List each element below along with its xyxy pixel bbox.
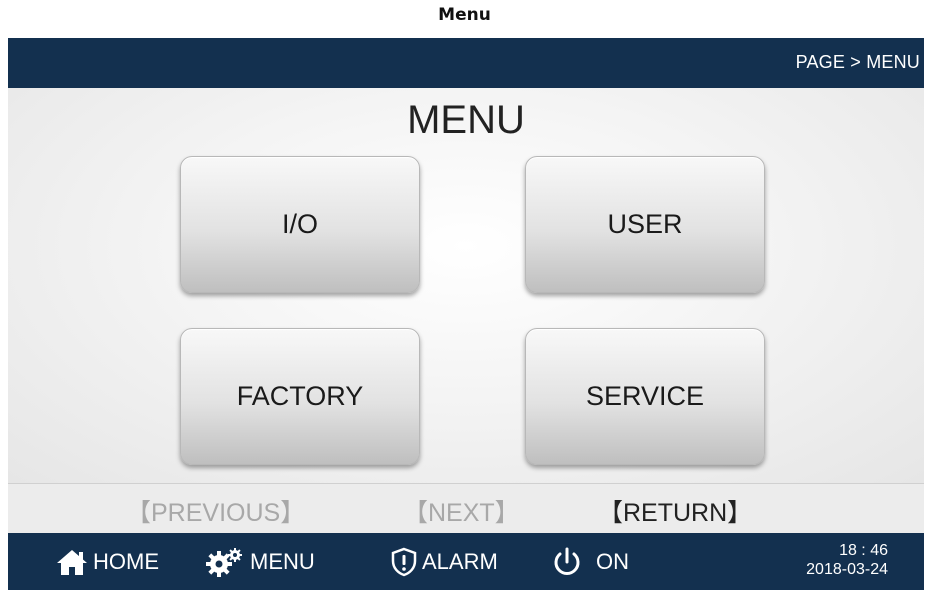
home-icon <box>57 550 87 575</box>
breadcrumb: PAGE > MENU <box>795 52 920 72</box>
user-button[interactable]: USER <box>525 156 765 293</box>
page-caption: Menu <box>438 5 491 25</box>
next-button[interactable]: 【NEXT】 <box>403 493 520 529</box>
factory-button[interactable]: FACTORY <box>180 328 420 465</box>
power-button[interactable]: ON <box>550 547 629 577</box>
shield-alert-icon <box>391 547 417 577</box>
bottom-bar: HOME MENU ALARM ON 18: 46 2018-03-24 <box>8 533 924 590</box>
gears-icon <box>206 548 242 577</box>
home-label: HOME <box>93 549 159 574</box>
clock: 18 : 46 2018-03-24 <box>806 541 888 579</box>
return-button[interactable]: 【RETURN】 <box>598 493 752 529</box>
power-label: ON <box>596 549 629 574</box>
previous-button[interactable]: 【PREVIOUS】 <box>126 493 305 529</box>
menu-nav-button[interactable]: MENU <box>206 547 315 577</box>
service-button[interactable]: SERVICE <box>525 328 765 465</box>
page-title: MENU <box>407 98 525 142</box>
power-icon <box>554 547 580 575</box>
main-panel: MENU I/O USER FACTORY SERVICE <box>8 88 924 483</box>
io-button[interactable]: I/O <box>180 156 420 293</box>
menu-nav-label: MENU <box>250 549 315 574</box>
alarm-button[interactable]: ALARM <box>390 547 498 577</box>
alarm-label: ALARM <box>422 549 498 574</box>
home-button[interactable]: HOME <box>55 547 159 577</box>
top-bar: PAGE > MENU <box>8 38 924 88</box>
page-nav: 【PREVIOUS】 【NEXT】 【RETURN】 <box>8 483 924 533</box>
clock-date: 2018-03-24 <box>806 561 888 578</box>
clock-time: 18 : 46 <box>839 542 888 559</box>
